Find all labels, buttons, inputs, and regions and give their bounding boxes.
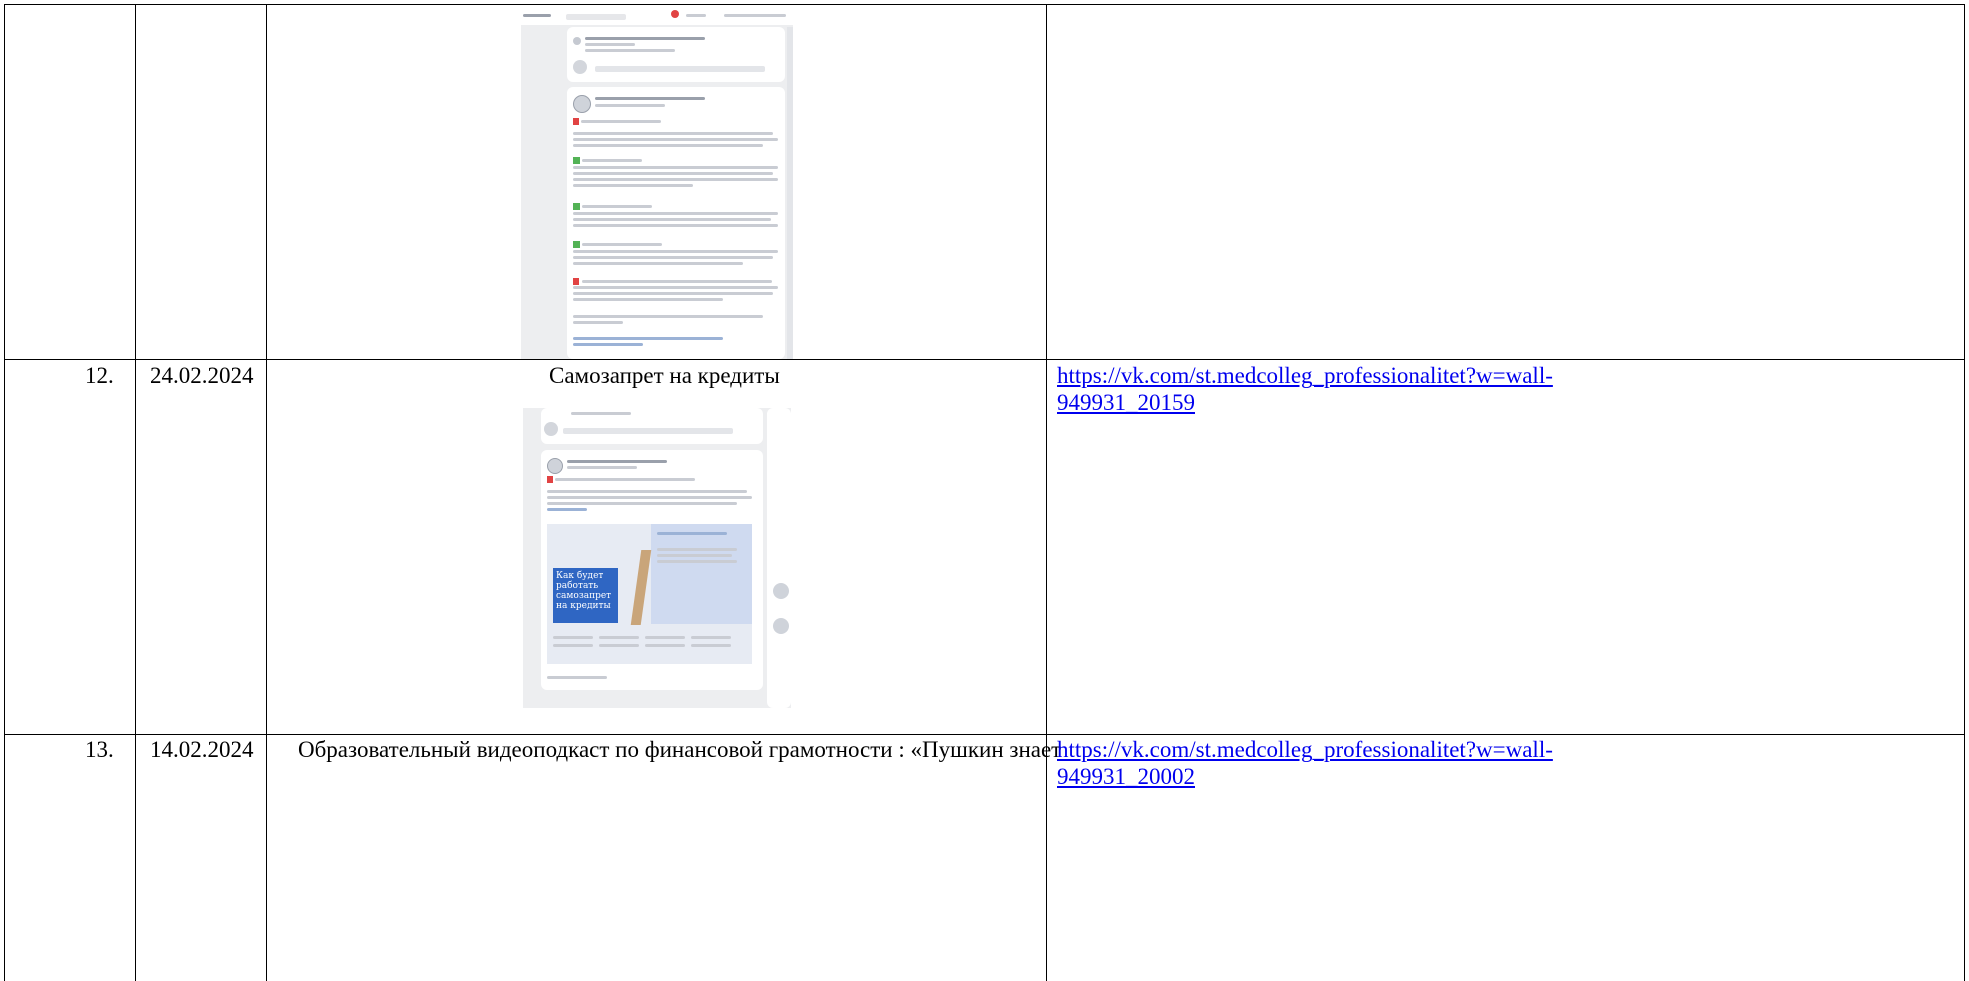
row-title: Самозапрет на кредиты	[549, 363, 780, 388]
banner-text: Как будет работать самозапрет на кредиты	[553, 568, 618, 623]
row-number: 13.	[85, 737, 114, 762]
post-screenshot-2: Как будет работать самозапрет на кредиты	[523, 408, 791, 708]
vk-logo-icon	[523, 14, 551, 17]
post-link-continued[interactable]: 949931_20002	[1057, 763, 1195, 790]
post-link[interactable]: https://vk.com/st.medcolleg_professional…	[1057, 362, 1553, 389]
row-number: 12.	[85, 363, 114, 388]
row-title: Образовательный видеоподкаст по финансов…	[298, 737, 1062, 762]
row-date: 24.02.2024	[150, 363, 254, 388]
post-link[interactable]: https://vk.com/st.medcolleg_professional…	[1057, 736, 1553, 763]
avatar-icon	[573, 95, 591, 113]
post-screenshot-1	[521, 5, 793, 359]
avatar-icon	[547, 458, 563, 474]
content-table	[4, 4, 1965, 981]
post-link-continued[interactable]: 949931_20159	[1057, 389, 1195, 416]
row-date: 14.02.2024	[150, 737, 254, 762]
notification-icon	[671, 10, 679, 18]
